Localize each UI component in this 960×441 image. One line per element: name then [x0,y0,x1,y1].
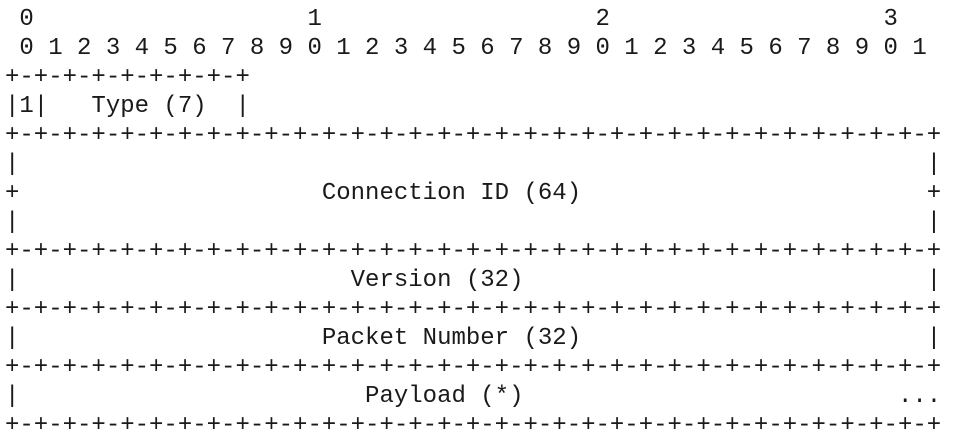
border-line: +-+-+-+-+-+-+-+-+-+-+-+-+-+-+-+-+-+-+-+-… [5,412,942,439]
version-field-row: | Version (32) | [5,267,942,294]
border-line: +-+-+-+-+-+-+-+-+-+-+-+-+-+-+-+-+-+-+-+-… [5,238,942,265]
packet-number-field-row: | Packet Number (32) | [5,325,942,352]
border-line: +-+-+-+-+-+-+-+-+-+-+-+-+-+-+-+-+-+-+-+-… [5,296,942,323]
border-line: +-+-+-+-+-+-+-+-+-+-+-+-+-+-+-+-+-+-+-+-… [5,354,942,381]
payload-field-row: | Payload (*) ... [5,383,942,410]
connection-id-row-bottom: | | [5,209,942,236]
bit-ones-ruler: 0 1 2 3 4 5 6 7 8 9 0 1 2 3 4 5 6 7 8 9 … [5,35,927,62]
border-line: +-+-+-+-+-+-+-+-+-+-+-+-+-+-+-+-+-+-+-+-… [5,122,942,149]
type-field-row: |1| Type (7) | [5,93,250,120]
connection-id-row: + Connection ID (64) + [5,180,942,207]
connection-id-row-top: | | [5,151,942,178]
bit-tens-ruler: 0 1 2 3 [5,6,898,33]
packet-header-diagram: 0 1 2 3 0 1 2 3 4 5 6 7 8 9 0 1 2 3 4 5 … [5,5,941,440]
short-border-line: +-+-+-+-+-+-+-+-+ [5,64,250,91]
